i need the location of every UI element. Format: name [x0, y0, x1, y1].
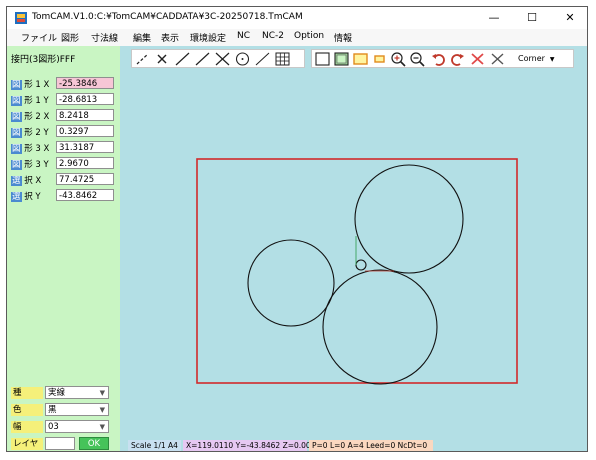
drawing-svg	[196, 158, 518, 385]
width-select[interactable]: 03 ▼	[45, 420, 109, 433]
circle-shape-3[interactable]	[322, 269, 438, 385]
color-select[interactable]: 黒 ▼	[45, 403, 109, 416]
coord-label: 図 形 2 Y	[11, 128, 49, 138]
coord-label: 選 択 X	[11, 176, 42, 186]
minimize-button[interactable]: —	[475, 7, 513, 29]
circle-shape-2[interactable]	[354, 164, 464, 274]
shape3-y-input[interactable]: 2.9670	[56, 157, 114, 169]
menu-view[interactable]: 表示	[161, 31, 179, 44]
color-label: 色	[11, 404, 43, 416]
shape1-x-input[interactable]: -25.3846	[56, 77, 114, 89]
layer-input[interactable]	[45, 437, 75, 450]
menu-nc2[interactable]: NC-2	[262, 31, 284, 41]
layer-label: レイヤ	[11, 438, 43, 450]
status-coords: X=119.0110 Y=-43.8462 Z=0.0000	[183, 440, 320, 451]
status-scale: Scale 1/1 A4	[128, 440, 181, 451]
menu-info[interactable]: 情報	[334, 31, 352, 44]
menu-bar: ファイル 図形 寸法線 編集 表示 環境設定 NC NC-2 Option 情報	[7, 29, 587, 46]
select-x-input[interactable]: 77.4725	[56, 173, 114, 185]
coord-label: 図 形 1 Y	[11, 96, 49, 106]
select-y-input[interactable]: -43.8462	[56, 189, 114, 201]
window-title: TomCAM.V1.0:C:¥TomCAM¥CADDATA¥3C-2025071…	[32, 12, 303, 22]
menu-dimension[interactable]: 寸法線	[91, 31, 118, 44]
status-bar: Scale 1/1 A4 X=119.0110 Y=-43.8462 Z=0.0…	[120, 439, 587, 451]
coord-label: 選 択 Y	[11, 192, 41, 202]
input-panel: 接円(3図形)FFF 図 形 1 X -25.3846 図 形 1 Y -28.…	[7, 46, 120, 451]
menu-shape[interactable]: 図形	[61, 31, 79, 44]
tangent-circle[interactable]	[355, 259, 367, 271]
line-type-select[interactable]: 実線 ▼	[45, 386, 109, 399]
menu-nc[interactable]: NC	[237, 31, 250, 41]
circle-shape-1[interactable]	[247, 239, 335, 327]
menu-option[interactable]: Option	[294, 31, 324, 41]
app-window: TomCAM.V1.0:C:¥TomCAM¥CADDATA¥3C-2025071…	[6, 6, 588, 452]
shape3-x-input[interactable]: 31.3187	[56, 141, 114, 153]
coord-label: 図 形 3 X	[11, 144, 50, 154]
chevron-down-icon: ▼	[99, 406, 105, 414]
shape1-y-input[interactable]: -28.6813	[56, 93, 114, 105]
line-type-label: 種	[11, 387, 43, 399]
menu-file[interactable]: ファイル	[21, 31, 57, 44]
width-label: 幅	[11, 421, 43, 433]
coord-label: 図 形 3 Y	[11, 160, 49, 170]
chevron-down-icon: ▼	[99, 423, 105, 431]
menu-edit[interactable]: 編集	[133, 31, 151, 44]
ok-button[interactable]: OK	[79, 437, 109, 450]
shape2-x-input[interactable]: 8.2418	[56, 109, 114, 121]
status-counts: P=0 L=0 A=4 Leed=0 NcDt=0	[309, 440, 433, 451]
coord-label: 図 形 2 X	[11, 112, 50, 122]
maximize-button[interactable]: ☐	[513, 7, 551, 29]
chevron-down-icon: ▼	[99, 389, 105, 397]
menu-settings[interactable]: 環境設定	[190, 31, 226, 44]
title-bar[interactable]: TomCAM.V1.0:C:¥TomCAM¥CADDATA¥3C-2025071…	[7, 7, 587, 29]
work-area-frame	[196, 158, 518, 384]
app-icon	[15, 12, 27, 24]
coord-label: 図 形 1 X	[11, 80, 50, 90]
shape2-y-input[interactable]: 0.3297	[56, 125, 114, 137]
close-button[interactable]: ✕	[551, 7, 587, 29]
mode-title: 接円(3図形)FFF	[11, 55, 76, 65]
drawing-canvas[interactable]: Corner ▼ Scale 1/1 A4 X=119.0110 Y=-43.84…	[120, 46, 587, 451]
